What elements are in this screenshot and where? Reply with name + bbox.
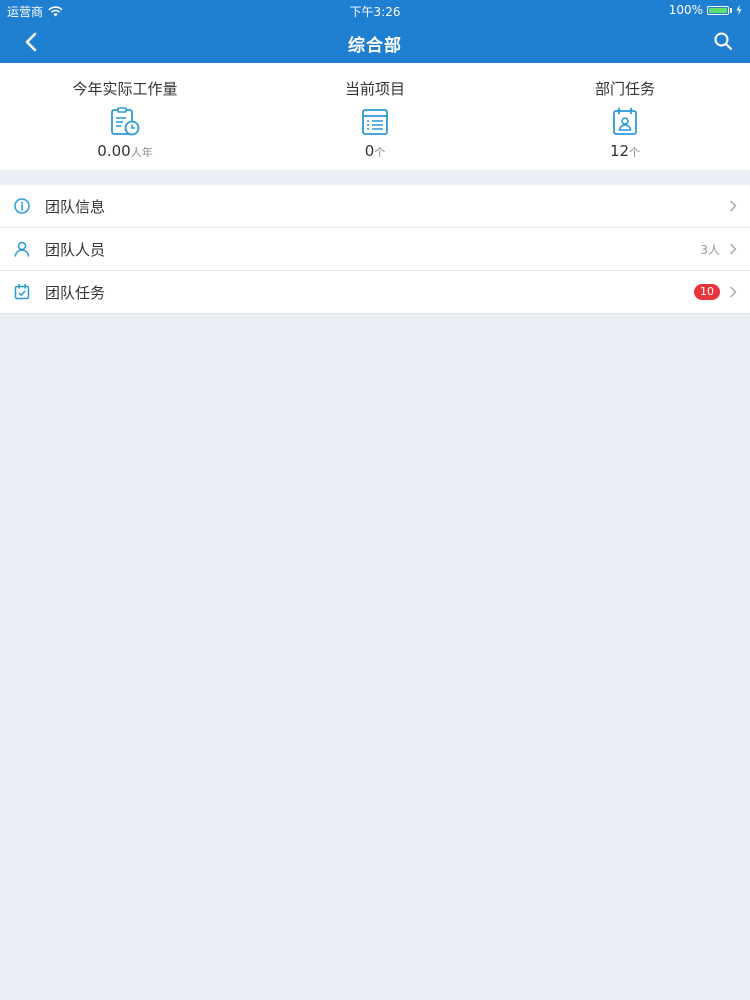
stat-label: 今年实际工作量: [72, 80, 178, 98]
stat-label: 部门任务: [594, 80, 655, 98]
list-board-icon: [362, 109, 388, 135]
menu-item-label: 团队信息: [45, 197, 106, 216]
chevron-right-icon: [729, 200, 737, 212]
stats-panel: 今年实际工作量 0.00人年 当前项目 0个 部门任务 12个: [0, 63, 750, 170]
status-time: 下午3:26: [349, 5, 401, 19]
menu-item-team-info[interactable]: 团队信息: [0, 185, 750, 228]
stat-current-projects[interactable]: 当前项目 0个: [250, 63, 500, 170]
menu-item-accessory: [728, 185, 738, 227]
menu-item-accessory: 10: [694, 271, 738, 313]
battery-percent: 100%: [668, 3, 703, 17]
calendar-check-icon: [14, 283, 30, 300]
stat-unit: 个: [629, 146, 641, 159]
menu-item-team-tasks[interactable]: 团队任务 10: [0, 271, 750, 314]
calendar-person-icon: [613, 107, 637, 135]
info-circle-icon: [14, 198, 30, 214]
stat-label: 当前项目: [344, 80, 405, 98]
menu-item-label: 团队任务: [45, 283, 106, 302]
battery-tip: [730, 7, 732, 13]
person-icon: [14, 241, 30, 257]
chevron-right-icon: [729, 243, 737, 255]
menu-item-team-members[interactable]: 团队人员 3人: [0, 228, 750, 271]
battery-icon: [707, 5, 729, 15]
stat-unit: 人年: [130, 146, 153, 159]
search-icon[interactable]: [712, 30, 734, 52]
menu-item-label: 团队人员: [45, 240, 106, 259]
status-bar: 运营商 下午3:26 100%: [0, 0, 750, 20]
menu-list: 团队信息 团队人员 3人 团队任务 10: [0, 185, 750, 314]
stat-value: 0个: [365, 142, 386, 160]
battery-status: 100%: [669, 3, 742, 17]
chevron-right-icon: [729, 286, 737, 298]
page-title: 综合部: [348, 36, 402, 56]
navigation-bar: 综合部: [0, 20, 750, 63]
task-count-badge: 10: [694, 284, 720, 300]
stat-workload[interactable]: 今年实际工作量 0.00人年: [0, 63, 250, 170]
clipboard-clock-icon: [111, 107, 140, 136]
stat-department-tasks[interactable]: 部门任务 12个: [500, 63, 750, 170]
member-count: 3人: [700, 242, 720, 257]
charging-icon: [736, 5, 742, 15]
stat-number: 0.00: [97, 142, 131, 160]
stat-number: 12: [609, 142, 630, 160]
stat-unit: 个: [374, 146, 386, 159]
stat-value: 0.00人年: [97, 142, 152, 160]
menu-item-accessory: 3人: [700, 228, 738, 270]
stat-number: 0: [364, 142, 375, 160]
stat-value: 12个: [610, 142, 640, 160]
top-bar: 运营商 下午3:26 100% 综合部: [0, 0, 750, 63]
section-divider: [0, 170, 750, 185]
